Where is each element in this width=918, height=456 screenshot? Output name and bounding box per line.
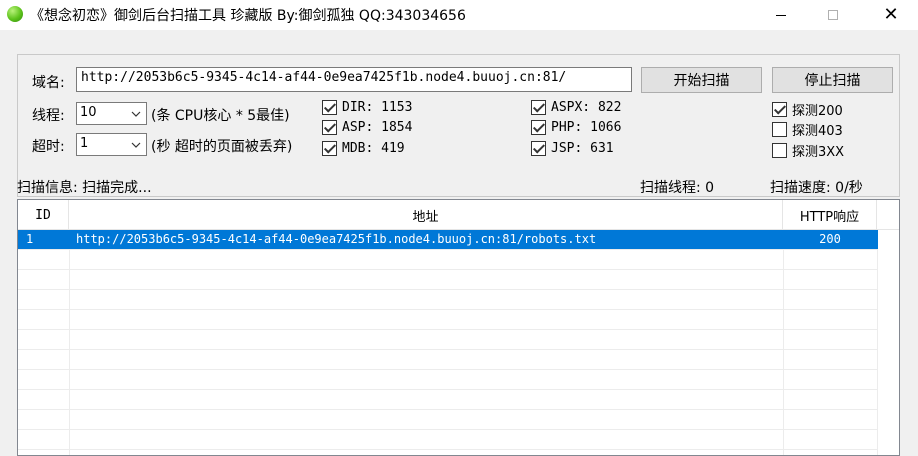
threads-select[interactable]: 10 <box>76 102 147 125</box>
domain-input[interactable]: http://2053b6c5-9345-4c14-af44-0e9ea7425… <box>76 67 632 92</box>
empty-row <box>18 270 878 290</box>
scan-speed: 扫描速度: 0/秒 <box>770 180 863 196</box>
checkbox-unchecked-icon <box>772 143 787 158</box>
empty-row <box>18 350 878 370</box>
empty-row <box>18 330 878 350</box>
probe-403-checkbox[interactable]: 探测403 <box>772 120 843 139</box>
row-http-code: 200 <box>819 232 841 246</box>
checkbox-checked-icon <box>531 120 546 135</box>
empty-row <box>18 410 878 430</box>
minimize-button[interactable] <box>758 0 804 30</box>
maximize-button[interactable] <box>810 0 856 30</box>
column-header-url[interactable]: 地址 <box>69 200 783 230</box>
timeout-select[interactable]: 1 <box>76 133 147 156</box>
start-scan-button[interactable]: 开始扫描 <box>641 67 762 93</box>
empty-row <box>18 310 878 330</box>
stop-scan-button[interactable]: 停止扫描 <box>772 67 893 93</box>
checkbox-checked-icon <box>531 100 546 115</box>
checkbox-unchecked-icon <box>772 122 787 137</box>
empty-row <box>18 290 878 310</box>
dict-dir-checkbox[interactable]: DIR: 1153 <box>322 100 412 115</box>
dict-php-checkbox[interactable]: PHP: 1066 <box>531 120 621 135</box>
results-table[interactable]: ID 地址 HTTP响应 1 http://2053b6c5-9345-4c14… <box>17 199 900 456</box>
column-header-id[interactable]: ID <box>18 200 69 230</box>
dict-aspx-checkbox[interactable]: ASPX: 822 <box>531 100 621 115</box>
probe-3xx-checkbox[interactable]: 探测3XX <box>772 141 844 160</box>
row-id: 1 <box>26 232 34 246</box>
timeout-label: 超时: <box>32 139 65 155</box>
chevron-down-icon <box>131 142 141 148</box>
close-button[interactable]: ✕ <box>868 0 914 30</box>
maximize-icon <box>828 10 838 20</box>
domain-label: 域名: <box>32 75 65 91</box>
window-title: 《想念初恋》御剑后台扫描工具 珍藏版 By:御剑孤独 QQ:343034656 <box>30 8 466 24</box>
green-ball-icon <box>7 6 23 22</box>
empty-row <box>18 430 878 450</box>
checkbox-checked-icon <box>322 120 337 135</box>
close-icon: ✕ <box>883 4 899 25</box>
probe-200-checkbox[interactable]: 探测200 <box>772 100 843 119</box>
dict-asp-checkbox[interactable]: ASP: 1854 <box>322 120 412 135</box>
checkbox-checked-icon <box>322 141 337 156</box>
checkbox-checked-icon <box>322 100 337 115</box>
dict-jsp-checkbox[interactable]: JSP: 631 <box>531 141 614 156</box>
client-area: 域名: http://2053b6c5-9345-4c14-af44-0e9ea… <box>0 30 918 456</box>
dict-mdb-checkbox[interactable]: MDB: 419 <box>322 141 405 156</box>
empty-row <box>18 370 878 390</box>
scan-threads: 扫描线程: 0 <box>640 180 715 196</box>
table-row[interactable]: 1 http://2053b6c5-9345-4c14-af44-0e9ea74… <box>18 230 878 250</box>
row-url: http://2053b6c5-9345-4c14-af44-0e9ea7425… <box>76 232 597 246</box>
scan-info: 扫描信息: 扫描完成... <box>17 180 152 196</box>
column-header-http[interactable]: HTTP响应 <box>783 200 877 230</box>
timeout-value: 1 <box>80 136 89 151</box>
timeout-hint: (秒 超时的页面被丢弃) <box>151 139 293 155</box>
empty-row <box>18 390 878 410</box>
threads-value: 10 <box>80 105 97 120</box>
table-header: ID 地址 HTTP响应 <box>18 200 899 230</box>
chevron-down-icon <box>131 111 141 117</box>
empty-row <box>18 250 878 270</box>
checkbox-checked-icon <box>772 102 787 117</box>
title-bar: 《想念初恋》御剑后台扫描工具 珍藏版 By:御剑孤独 QQ:343034656 … <box>0 0 918 30</box>
minimize-icon <box>776 14 786 16</box>
threads-label: 线程: <box>32 108 65 124</box>
checkbox-checked-icon <box>531 141 546 156</box>
threads-hint: (条 CPU核心 * 5最佳) <box>151 108 290 124</box>
